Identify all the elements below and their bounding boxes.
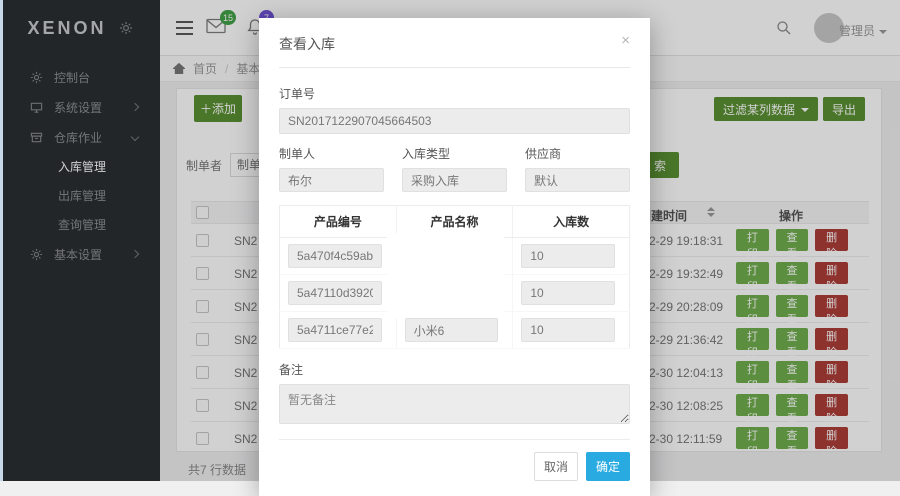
supplier-label: 供应商 — [525, 145, 630, 162]
cancel-button[interactable]: 取消 — [534, 452, 578, 481]
product-row — [280, 312, 630, 349]
product-id-input[interactable] — [288, 318, 382, 342]
inbound-type-input[interactable] — [402, 168, 507, 192]
maker-input[interactable] — [279, 168, 384, 192]
modal-title: 查看入库 — [279, 36, 335, 52]
inbound-type-label: 入库类型 — [402, 145, 507, 162]
maker-label: 制单人 — [279, 145, 384, 162]
remark-textarea[interactable]: 暂无备注 — [279, 384, 630, 424]
order-no-input[interactable] — [279, 108, 630, 134]
inbound-qty-input[interactable] — [521, 244, 615, 268]
view-inbound-modal: 查看入库 × 订单号 制单人 入库类型 供应商 产品编号 产品名称 — [259, 18, 650, 496]
product-row — [280, 275, 630, 312]
product-table: 产品编号 产品名称 入库数 — [279, 205, 630, 349]
product-id-input[interactable] — [288, 244, 382, 268]
supplier-input[interactable] — [525, 168, 630, 192]
order-no-label: 订单号 — [279, 85, 630, 102]
inbound-qty-input[interactable] — [521, 281, 615, 305]
product-name-input[interactable] — [405, 318, 499, 342]
inbound-qty-input[interactable] — [521, 318, 615, 342]
close-icon[interactable]: × — [621, 33, 630, 48]
confirm-button[interactable]: 确定 — [586, 452, 630, 481]
left-edge-strip — [0, 0, 3, 481]
product-id-header: 产品编号 — [280, 206, 397, 238]
inbound-qty-header: 入库数 — [513, 206, 630, 238]
remark-label: 备注 — [279, 361, 630, 378]
product-row — [280, 238, 630, 275]
product-id-input[interactable] — [288, 281, 382, 305]
